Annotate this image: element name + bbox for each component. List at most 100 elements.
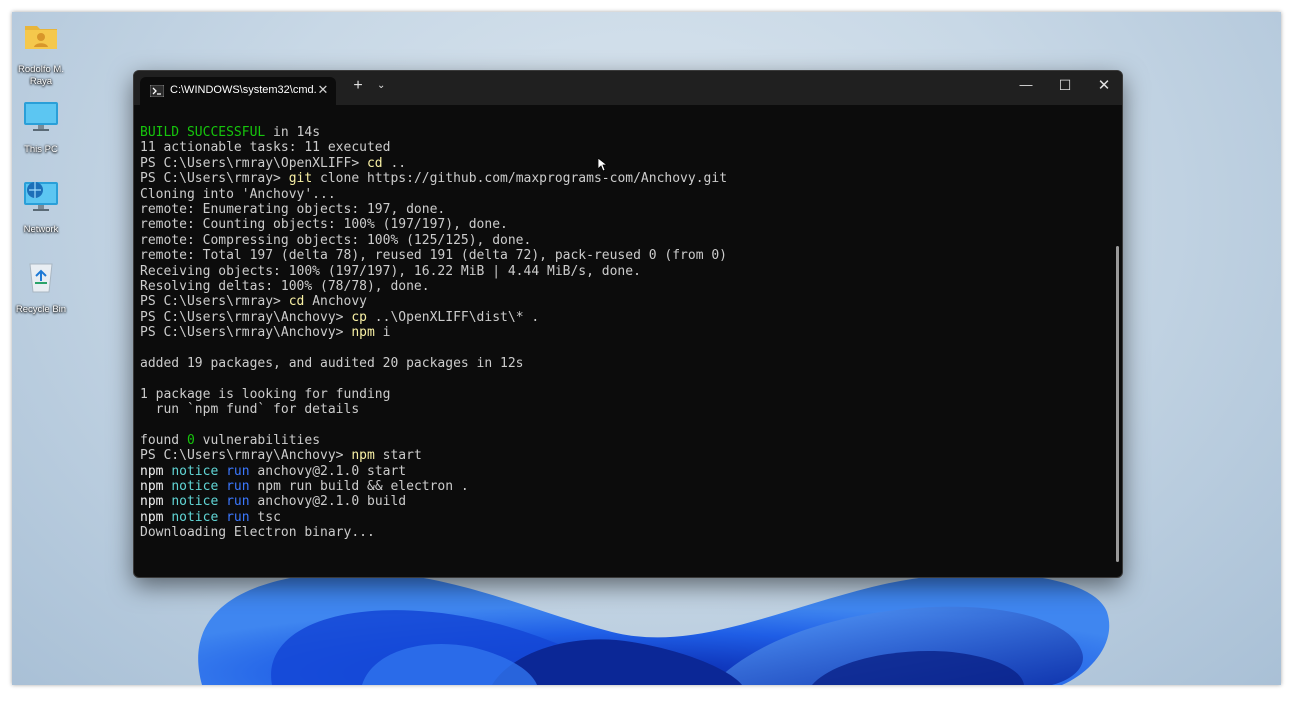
- desktop-icon-this-pc[interactable]: This PC: [12, 96, 73, 156]
- console-line: remote: Enumerating objects: 197, done.: [140, 202, 1100, 217]
- console-line: npm notice run anchovy@2.1.0 start: [140, 464, 1100, 479]
- desktop: Rodolfo M. Raya This PC Network Recycle …: [12, 12, 1281, 685]
- console-line: BUILD SUCCESSFUL in 14s: [140, 125, 1100, 140]
- console-text: cp: [351, 309, 367, 325]
- tab-cmd[interactable]: C:\WINDOWS\system32\cmd. ✕: [140, 77, 336, 105]
- console-text: found: [140, 432, 187, 448]
- console-line: npm notice run anchovy@2.1.0 build: [140, 494, 1100, 509]
- console-line: remote: Compressing objects: 100% (125/1…: [140, 233, 1100, 248]
- console-text: npm: [140, 478, 164, 494]
- console-text: git: [288, 171, 313, 187]
- console-text: remote: Enumerating objects: 197, done.: [140, 201, 446, 217]
- console-line: npm notice run npm run build && electron…: [140, 479, 1100, 494]
- console-text: PS C:\Users\rmray\Anchovy>: [140, 325, 352, 341]
- console-text: tsc: [249, 509, 281, 525]
- console-text: anchovy@2.1.0 build: [249, 494, 407, 510]
- console-text: vulnerabilities: [194, 432, 321, 448]
- console-text: run `npm fund` for details: [140, 402, 360, 418]
- console-line: 1 package is looking for funding: [140, 387, 1100, 402]
- monitor-icon: [24, 102, 58, 131]
- desktop-icon-label: This PC: [24, 144, 58, 155]
- console-text: PS C:\Users\rmray\Anchovy>: [140, 309, 352, 325]
- powershell-icon: [150, 85, 164, 97]
- console-text: PS C:\Users\rmray\OpenXLIFF>: [140, 155, 367, 171]
- console-line: 11 actionable tasks: 11 executed: [140, 140, 1100, 155]
- desktop-icon-label: Recycle Bin: [15, 304, 67, 315]
- console-line: Cloning into 'Anchovy'...: [140, 187, 1100, 202]
- console-text: PS C:\Users\rmray>: [140, 171, 289, 187]
- console-text: npm: [140, 463, 164, 479]
- console-text: cd: [366, 155, 383, 171]
- chevron-down-icon[interactable]: ⌄: [377, 80, 385, 91]
- console-text: remote: Total 197 (delta 78), reused 191…: [140, 248, 727, 264]
- console-line: PS C:\Users\rmray\Anchovy> cp ..\OpenXLI…: [140, 310, 1100, 325]
- console-line: PS C:\Users\rmray\Anchovy> npm i: [140, 325, 1100, 340]
- console-text: Downloading Electron binary...: [140, 525, 375, 541]
- console-line: npm notice run tsc: [140, 510, 1100, 525]
- network-icon: [24, 182, 58, 211]
- console-line: PS C:\Users\rmray\OpenXLIFF> cd ..: [140, 156, 1100, 171]
- console-text: ..: [382, 155, 407, 171]
- console-text: start: [374, 448, 422, 464]
- console-text: added 19 packages, and audited 20 packag…: [140, 355, 524, 371]
- desktop-icon-label: Network: [23, 224, 59, 235]
- mouse-cursor-icon: [598, 158, 608, 172]
- console-text: npm: [351, 325, 375, 341]
- user-folder-icon: [25, 26, 57, 49]
- console-output[interactable]: BUILD SUCCESSFUL in 14s 11 actionable tas…: [140, 125, 1100, 541]
- console-line: run `npm fund` for details: [140, 402, 1100, 417]
- recycle-bin-icon: [29, 263, 53, 293]
- console-line: PS C:\Users\rmray> git clone https://git…: [140, 171, 1100, 186]
- desktop-icon-recycle-bin[interactable]: Recycle Bin: [12, 256, 73, 316]
- console-text: run: [226, 494, 250, 510]
- terminal-window[interactable]: C:\WINDOWS\system32\cmd. ✕ + ⌄ — ☐ ✕ BUI…: [133, 70, 1123, 578]
- new-tab-button[interactable]: +: [350, 77, 366, 95]
- console-text: npm: [140, 494, 164, 510]
- console-text: ..\OpenXLIFF\dist\* .: [366, 309, 540, 325]
- title-bar[interactable]: C:\WINDOWS\system32\cmd. ✕ + ⌄ — ☐ ✕: [134, 71, 1122, 105]
- console-line: added 19 packages, and audited 20 packag…: [140, 356, 1100, 371]
- console-text: Receiving objects: 100% (197/197), 16.22…: [140, 263, 641, 279]
- desktop-icon-user-folder[interactable]: Rodolfo M. Raya: [12, 16, 73, 88]
- console-text: in 14s: [265, 125, 321, 140]
- console-text: notice: [171, 478, 219, 494]
- console-text: notice: [171, 509, 219, 525]
- console-text: notice: [171, 463, 219, 479]
- console-text: PS C:\Users\rmray\Anchovy>: [140, 448, 352, 464]
- maximize-button[interactable]: ☐: [1055, 77, 1075, 94]
- scrollbar[interactable]: [1116, 246, 1119, 562]
- console-text: npm run build && electron .: [249, 478, 469, 494]
- console-text: BUILD SUCCESSFUL: [140, 125, 266, 140]
- console-text: PS C:\Users\rmray>: [140, 294, 289, 310]
- console-text: npm: [351, 448, 375, 464]
- close-button[interactable]: ✕: [1094, 76, 1114, 94]
- minimize-button[interactable]: —: [1016, 77, 1036, 92]
- desktop-icon-network[interactable]: Network: [12, 176, 73, 236]
- console-line: PS C:\Users\rmray\Anchovy> npm start: [140, 448, 1100, 463]
- console-line: found 0 vulnerabilities: [140, 433, 1100, 448]
- console-text: anchovy@2.1.0 start: [249, 463, 407, 479]
- console-line: Receiving objects: 100% (197/197), 16.22…: [140, 264, 1100, 279]
- console-text: i: [374, 325, 391, 341]
- console-text: Anchovy: [304, 294, 367, 310]
- console-line: Downloading Electron binary...: [140, 525, 1100, 540]
- console-text: remote: Counting objects: 100% (197/197)…: [140, 217, 508, 233]
- console-text: Resolving deltas: 100% (78/78), done.: [140, 278, 430, 294]
- console-text: cd: [288, 294, 305, 310]
- console-text: remote: Compressing objects: 100% (125/1…: [140, 232, 532, 248]
- console-text: notice: [171, 494, 219, 510]
- tab-title: C:\WINDOWS\system32\cmd.: [170, 84, 317, 96]
- console-text: clone https://github.com/maxprograms-com…: [312, 171, 728, 187]
- console-line: remote: Total 197 (delta 78), reused 191…: [140, 248, 1100, 263]
- console-text: run: [226, 463, 250, 479]
- tab-close-icon[interactable]: ✕: [316, 82, 330, 98]
- console-text: run: [226, 478, 250, 494]
- console-line: Resolving deltas: 100% (78/78), done.: [140, 279, 1100, 294]
